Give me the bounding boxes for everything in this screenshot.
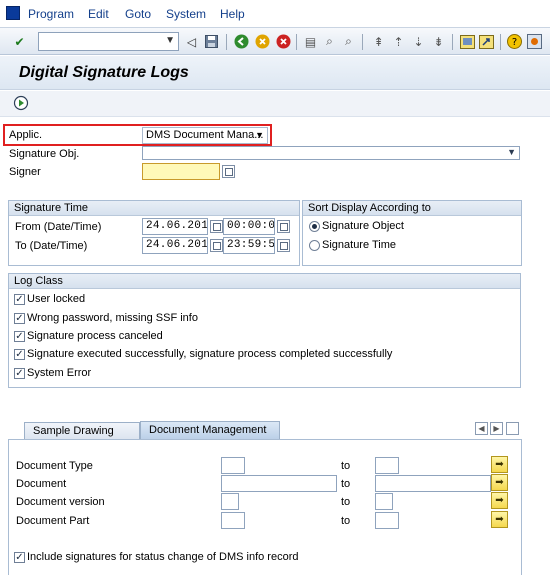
menu-help[interactable]: Help (220, 7, 245, 21)
previous-page-icon[interactable]: ⇡ (390, 33, 407, 50)
help-icon[interactable]: ? (506, 33, 523, 50)
document-version-label: Document version (16, 496, 105, 508)
chevron-down-icon[interactable]: ▼ (507, 147, 516, 157)
find-icon[interactable]: ⌕ (321, 33, 338, 50)
document-part-to-label: to (341, 515, 351, 527)
signature-obj-dropdown[interactable]: ▼ (142, 146, 520, 160)
chevron-down-icon[interactable]: ▼ (255, 130, 264, 140)
back-icon[interactable] (233, 33, 250, 50)
document-to-input[interactable] (375, 475, 491, 492)
multiple-selection-icon[interactable]: ➡ (491, 492, 508, 509)
tab-list-icon[interactable] (506, 422, 519, 435)
to-datetime-label: To (Date/Time) (15, 240, 88, 252)
last-page-icon[interactable]: ⇟ (430, 33, 447, 50)
command-field[interactable]: ▼ (38, 32, 179, 51)
execute-icon[interactable] (13, 95, 29, 111)
multiple-selection-icon[interactable]: ➡ (491, 474, 508, 491)
applic-value: DMS Document Mana... (146, 129, 264, 141)
include-status-change-label: Include signatures for status change of … (27, 551, 299, 563)
find-next-icon[interactable]: ⌕ (340, 33, 357, 50)
menu-goto[interactable]: Goto (125, 7, 151, 21)
svg-text:?: ? (512, 37, 517, 48)
create-session-icon[interactable] (459, 33, 476, 50)
signature-time-heading: Signature Time (9, 201, 299, 216)
sort-signature-object-label: Signature Object (322, 220, 404, 232)
document-type-from-input[interactable] (221, 457, 245, 474)
checkbox-include-status-change[interactable]: ✓ (14, 552, 25, 563)
exit-icon[interactable] (254, 33, 271, 50)
next-page-icon[interactable]: ⇣ (410, 33, 427, 50)
signer-value-help-icon[interactable] (222, 165, 235, 178)
from-datetime-label: From (Date/Time) (15, 221, 102, 233)
shortcut-icon[interactable] (478, 33, 495, 50)
document-from-input[interactable] (221, 475, 337, 492)
applic-dropdown[interactable]: DMS Document Mana... ▼ (142, 127, 268, 144)
tab-scroll-right-icon[interactable]: ▶ (490, 422, 503, 435)
document-type-to-label: to (341, 460, 351, 472)
tab-scroll-left-icon[interactable]: ◀ (475, 422, 488, 435)
document-part-to-input[interactable] (375, 512, 399, 529)
customize-layout-icon[interactable] (526, 33, 543, 50)
document-type-label: Document Type (16, 460, 93, 472)
tab-document-management[interactable]: Document Management (140, 421, 280, 439)
sort-signature-time-label: Signature Time (322, 239, 396, 251)
document-version-to-input[interactable] (375, 493, 393, 510)
from-time-input[interactable]: 00:00:00 (223, 218, 275, 235)
clock-icon[interactable] (277, 239, 290, 252)
menu-system[interactable]: System (166, 7, 206, 21)
signer-input[interactable] (142, 163, 220, 180)
multiple-selection-icon[interactable]: ➡ (491, 511, 508, 528)
executed-successfully-label: Signature executed successfully, signatu… (27, 348, 393, 360)
sort-signature-object-radio[interactable] (309, 221, 320, 232)
first-page-icon[interactable]: ⇞ (370, 33, 387, 50)
document-part-from-input[interactable] (221, 512, 245, 529)
sap-window-icon[interactable] (6, 6, 20, 20)
to-time-input[interactable]: 23:59:59 (223, 237, 275, 254)
checkbox-executed-successfully[interactable]: ✓ (14, 349, 25, 360)
sort-display-heading: Sort Display According to (303, 201, 521, 216)
enter-check-icon[interactable]: ✔ (11, 33, 28, 50)
clock-icon[interactable] (277, 220, 290, 233)
cancel-icon[interactable] (275, 33, 292, 50)
system-error-label: System Error (27, 367, 92, 379)
document-version-from-input[interactable] (221, 493, 239, 510)
checkbox-system-error[interactable]: ✓ (14, 368, 25, 379)
print-icon[interactable]: ▤ (302, 33, 319, 50)
title-bar: Digital Signature Logs (0, 56, 550, 90)
process-canceled-label: Signature process canceled (27, 330, 163, 342)
collapse-command-icon[interactable]: ◁ (183, 33, 200, 50)
menu-bar: Program Edit Goto System Help (0, 0, 550, 26)
multiple-selection-icon[interactable]: ➡ (491, 456, 508, 473)
user-locked-label: User locked (27, 293, 86, 305)
document-to-label: to (341, 478, 351, 490)
save-icon[interactable] (203, 33, 220, 50)
sort-display-group: Sort Display According to (302, 200, 522, 266)
chevron-down-icon[interactable]: ▼ (165, 35, 175, 46)
menu-program[interactable]: Program (28, 7, 74, 21)
checkbox-user-locked[interactable]: ✓ (14, 294, 25, 305)
calendar-icon[interactable] (210, 220, 223, 233)
signer-label: Signer (9, 166, 41, 178)
applic-label: Applic. (9, 129, 43, 141)
tab-sample-drawing[interactable]: Sample Drawing (24, 422, 140, 440)
standard-toolbar: ✔ ▼ ◁ ▤ ⌕ ⌕ ⇞ ⇡ ⇣ ⇟ ? (0, 27, 550, 55)
log-class-heading: Log Class (9, 274, 520, 289)
checkbox-wrong-password[interactable]: ✓ (14, 313, 25, 324)
document-version-to-label: to (341, 496, 351, 508)
document-label: Document (16, 478, 67, 490)
calendar-icon[interactable] (210, 239, 223, 252)
sort-signature-time-radio[interactable] (309, 240, 320, 251)
from-date-input[interactable]: 24.06.2012 (142, 218, 208, 235)
application-toolbar (0, 91, 550, 117)
signature-obj-label: Signature Obj. (9, 148, 80, 160)
menu-edit[interactable]: Edit (88, 7, 109, 21)
document-type-to-input[interactable] (375, 457, 399, 474)
to-date-input[interactable]: 24.06.2012 (142, 237, 208, 254)
page-title: Digital Signature Logs (19, 64, 189, 81)
document-part-label: Document Part (16, 515, 90, 527)
checkbox-process-canceled[interactable]: ✓ (14, 331, 25, 342)
wrong-password-label: Wrong password, missing SSF info (27, 312, 198, 324)
